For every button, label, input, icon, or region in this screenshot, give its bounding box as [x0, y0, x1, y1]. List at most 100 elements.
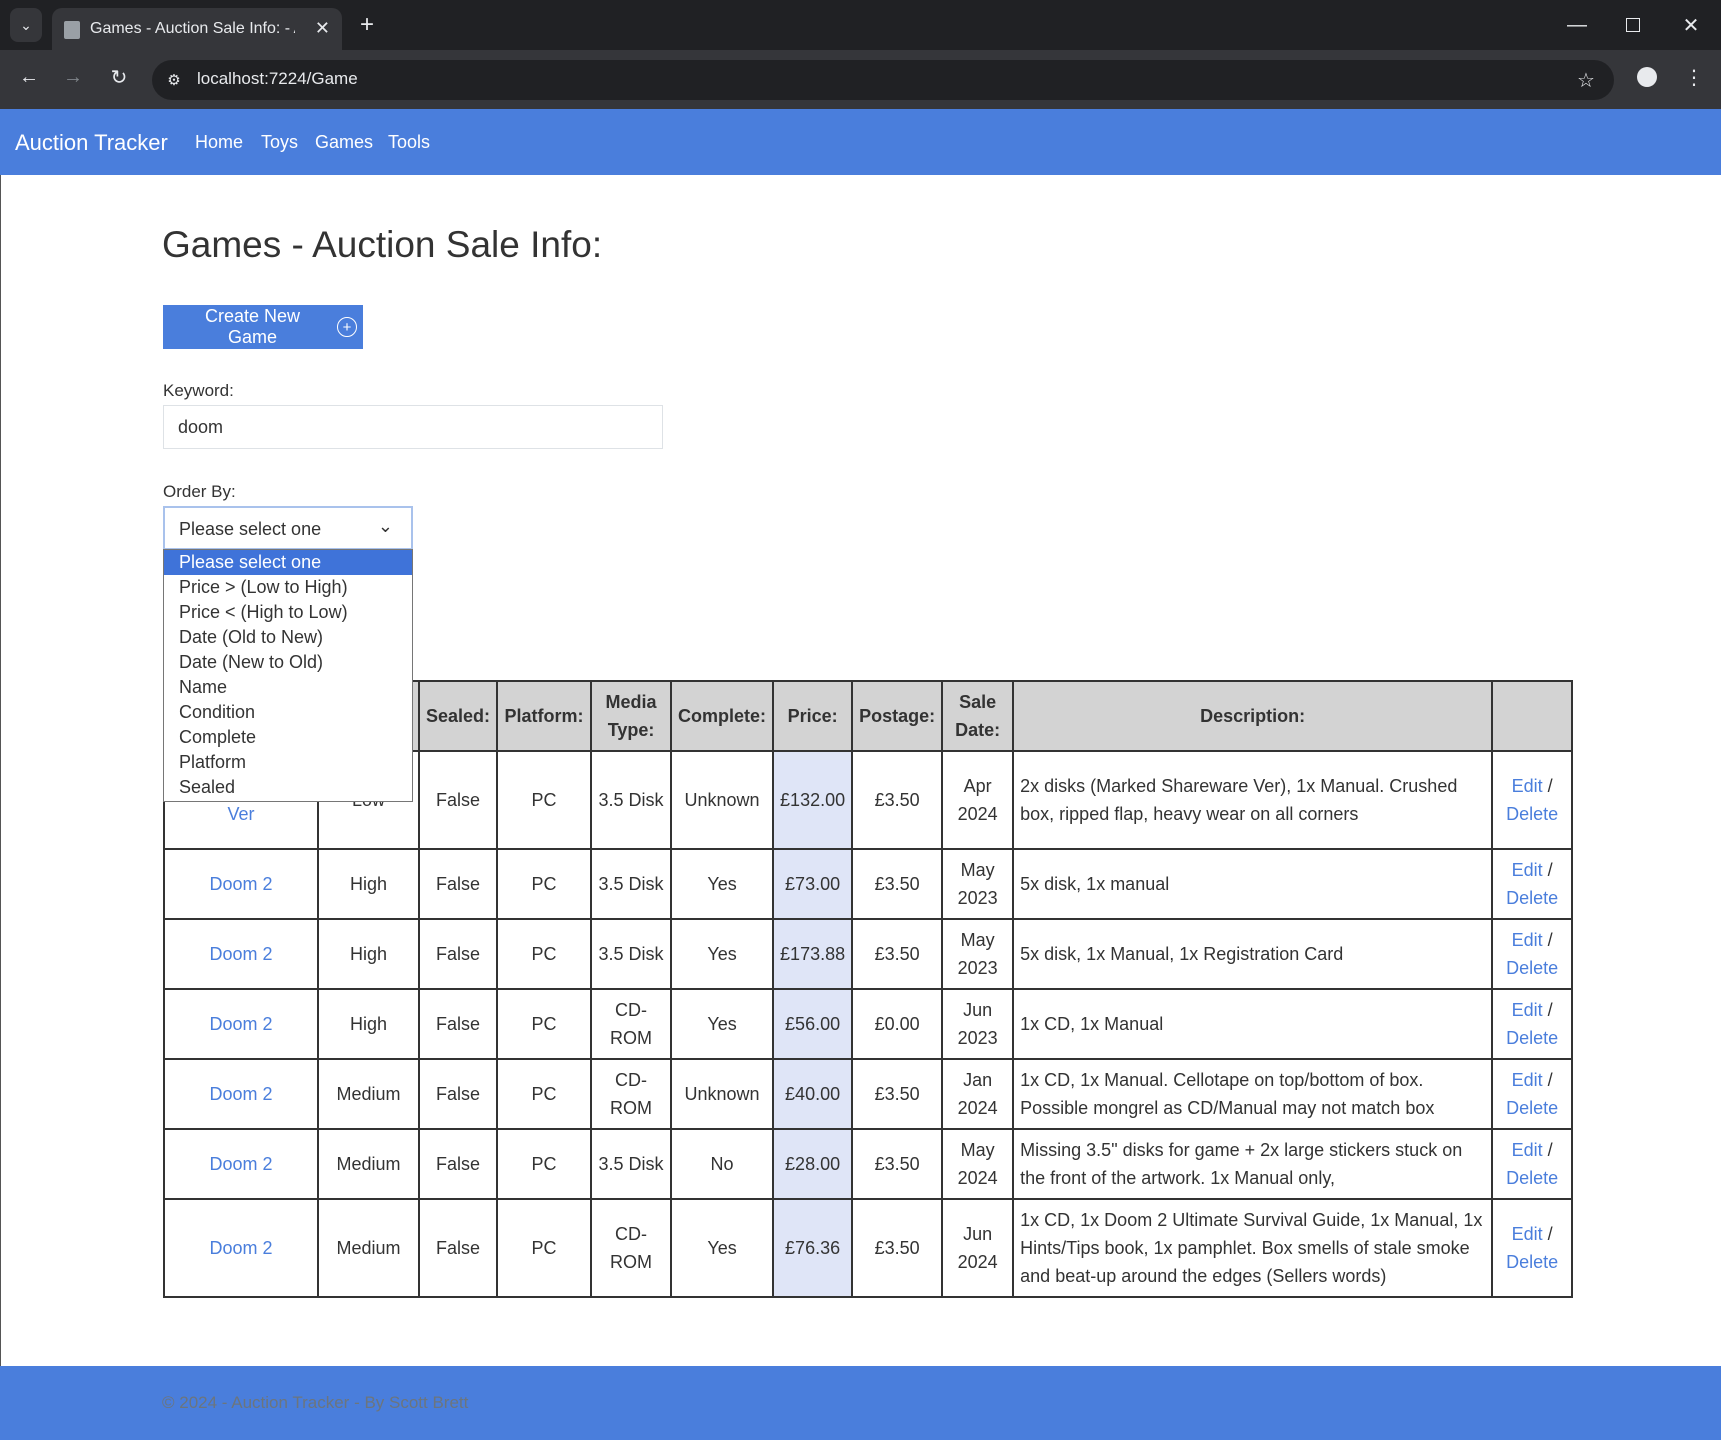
delete-link[interactable]: Delete	[1506, 888, 1558, 908]
game-name-link[interactable]: Doom 2	[209, 1084, 272, 1104]
page-border	[0, 175, 1, 1366]
price-cell: £173.88	[772, 918, 854, 990]
complete-cell: Yes	[670, 1198, 775, 1298]
game-name-cell: Doom 2	[163, 988, 319, 1060]
edit-link[interactable]: Edit	[1512, 776, 1543, 796]
game-name-cell: Doom 2	[163, 1198, 319, 1298]
delete-link[interactable]: Delete	[1506, 958, 1558, 978]
forward-icon[interactable]: →	[58, 62, 88, 92]
nav-tools[interactable]: Tools	[388, 132, 430, 153]
close-window-icon[interactable]: ✕	[1676, 10, 1706, 40]
profile-icon[interactable]	[1632, 62, 1662, 92]
nav-toys[interactable]: Toys	[261, 132, 298, 153]
complete-cell: Yes	[670, 988, 775, 1060]
postage-cell: £3.50	[851, 848, 944, 920]
table-row: Doom 2 High False PC CD-ROM Yes £56.00 £0.00 Jun…	[163, 988, 1574, 1060]
delete-link[interactable]: Delete	[1506, 1168, 1558, 1188]
delete-link[interactable]: Delete	[1506, 1028, 1558, 1048]
price-cell: £28.00	[772, 1128, 854, 1200]
site-info-icon[interactable]: ⚙	[162, 68, 186, 92]
footer-text: © 2024 - Auction Tracker - By Scott Bret…	[162, 1393, 469, 1412]
order-option[interactable]: Sealed	[164, 775, 412, 800]
order-option[interactable]: Please select one	[164, 550, 412, 575]
order-by-dropdown: Please select one Price > (Low to High) …	[163, 549, 413, 802]
description-cell: 1x CD, 1x Manual. Cellotape on top/botto…	[1012, 1058, 1494, 1130]
postage-cell: £0.00	[851, 988, 944, 1060]
order-option[interactable]: Name	[164, 675, 412, 700]
address-bar[interactable]: ⚙ localhost:7224/Game ☆	[152, 60, 1614, 100]
delete-link[interactable]: Delete	[1506, 804, 1558, 824]
game-name-link[interactable]: Doom 2	[209, 944, 272, 964]
platform-cell: PC	[496, 848, 593, 920]
game-name-link[interactable]: Doom 2	[209, 874, 272, 894]
condition-cell: Medium	[317, 1058, 420, 1130]
game-name-link[interactable]: Doom 2	[209, 1238, 272, 1258]
browser-tab[interactable]: Games - Auction Sale Info: - Au ✕	[52, 8, 342, 50]
minimize-icon[interactable]: —	[1562, 10, 1592, 40]
order-option[interactable]: Complete	[164, 725, 412, 750]
order-by-select[interactable]: Please select one ⌄	[163, 506, 413, 550]
brand-link[interactable]: Auction Tracker	[15, 130, 168, 156]
action-separator: /	[1547, 1224, 1553, 1244]
postage-cell: £3.50	[851, 918, 944, 990]
order-option[interactable]: Price > (Low to High)	[164, 575, 412, 600]
browser-menu-icon[interactable]: ⋮	[1682, 62, 1706, 92]
url-text: localhost:7224/Game	[197, 69, 358, 88]
create-new-game-button[interactable]: Create New Game +	[163, 305, 363, 349]
maximize-icon[interactable]	[1618, 10, 1648, 40]
nav-games[interactable]: Games	[315, 132, 373, 153]
description-cell: 1x CD, 1x Manual	[1012, 988, 1494, 1060]
new-tab-icon[interactable]: +	[352, 10, 382, 40]
order-option[interactable]: Condition	[164, 700, 412, 725]
platform-cell: PC	[496, 1198, 593, 1298]
sale-date-cell: Jun 2023	[941, 988, 1015, 1060]
order-option[interactable]: Date (Old to New)	[164, 625, 412, 650]
table-row: Doom 2 Medium False PC CD-ROM Yes £76.36 £3.50 J…	[163, 1198, 1574, 1298]
delete-link[interactable]: Delete	[1506, 1252, 1558, 1272]
platform-cell: PC	[496, 1128, 593, 1200]
nav-home[interactable]: Home	[195, 132, 243, 153]
game-name-link[interactable]: Doom 2	[209, 1014, 272, 1034]
edit-link[interactable]: Edit	[1512, 1224, 1543, 1244]
order-by-label: Order By:	[163, 482, 236, 501]
table-row: Doom 2 High False PC 3.5 Disk Yes £173.88 £3.50…	[163, 918, 1574, 990]
edit-link[interactable]: Edit	[1512, 1070, 1543, 1090]
table-header: Complete:	[670, 680, 775, 752]
action-separator: /	[1547, 776, 1553, 796]
order-option[interactable]: Date (New to Old)	[164, 650, 412, 675]
plus-circle-icon: +	[337, 317, 357, 337]
edit-link[interactable]: Edit	[1512, 1000, 1543, 1020]
complete-cell: Yes	[670, 918, 775, 990]
price-cell: £56.00	[772, 988, 854, 1060]
order-option[interactable]: Platform	[164, 750, 412, 775]
edit-link[interactable]: Edit	[1512, 860, 1543, 880]
game-name-link[interactable]: Doom 2	[209, 1154, 272, 1174]
media-type-cell: 3.5 Disk	[590, 848, 673, 920]
tab-search-icon[interactable]: ⌄	[10, 8, 42, 42]
edit-link[interactable]: Edit	[1512, 1140, 1543, 1160]
game-name-cell: Doom 2	[163, 1058, 319, 1130]
actions-cell: Edit / Delete	[1491, 918, 1574, 990]
keyword-input[interactable]	[163, 405, 663, 449]
reload-icon[interactable]: ↻	[104, 62, 134, 92]
order-option[interactable]: Price < (High to Low)	[164, 600, 412, 625]
media-type-cell: CD-ROM	[590, 988, 673, 1060]
description-cell: 1x CD, 1x Doom 2 Ultimate Survival Guide…	[1012, 1198, 1494, 1298]
back-icon[interactable]: ←	[14, 62, 44, 92]
table-header: Description:	[1012, 680, 1494, 752]
actions-cell: Edit / Delete	[1491, 988, 1574, 1060]
condition-cell: High	[317, 988, 420, 1060]
table-header: Media Type:	[590, 680, 673, 752]
order-by-selected-value: Please select one	[179, 519, 322, 539]
game-name-cell: Doom 2	[163, 1128, 319, 1200]
site-navbar: Auction Tracker Home Toys Games Tools	[0, 109, 1721, 175]
bookmark-star-icon[interactable]: ☆	[1572, 66, 1600, 94]
sale-date-cell: May 2024	[941, 1128, 1015, 1200]
sale-date-cell: May 2023	[941, 918, 1015, 990]
table-row: Doom 2 High False PC 3.5 Disk Yes £73.00 £3.50 M…	[163, 848, 1574, 920]
price-cell: £40.00	[772, 1058, 854, 1130]
delete-link[interactable]: Delete	[1506, 1098, 1558, 1118]
condition-cell: High	[317, 918, 420, 990]
tab-close-icon[interactable]: ✕	[315, 18, 330, 39]
edit-link[interactable]: Edit	[1512, 930, 1543, 950]
